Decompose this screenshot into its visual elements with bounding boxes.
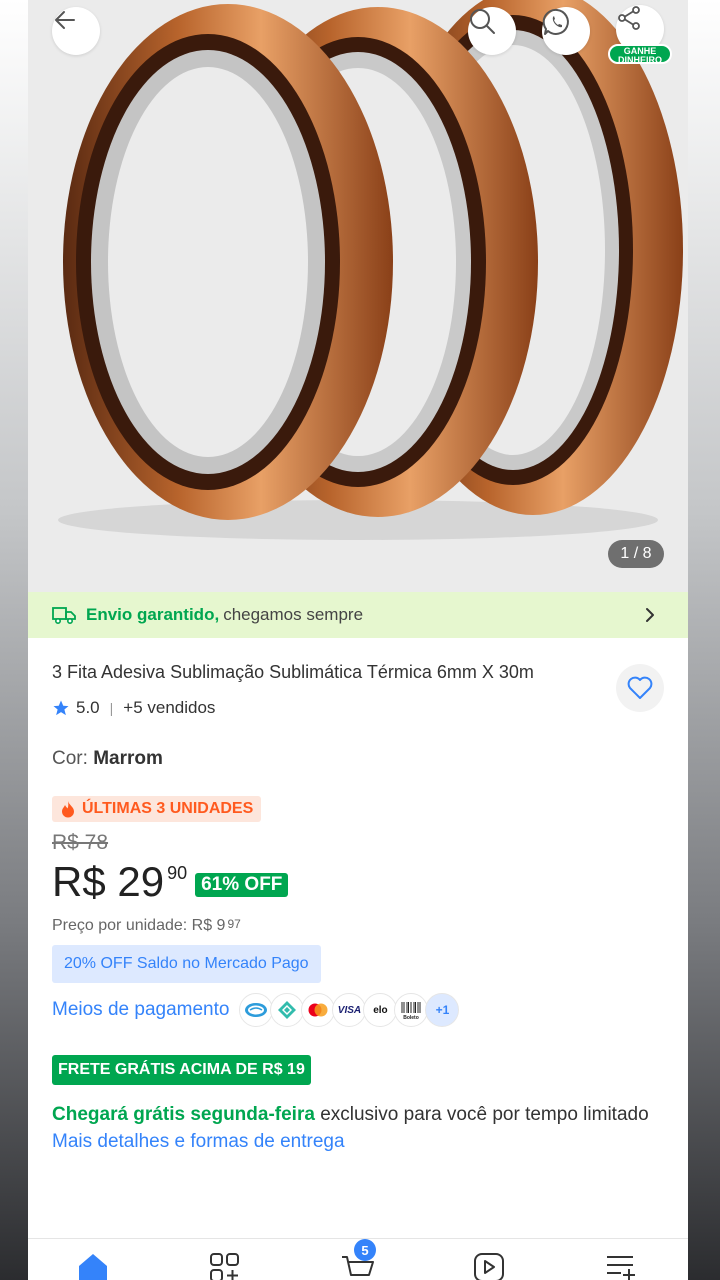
search-icon (470, 9, 495, 34)
unit-price-label: Preço por unidade: R$ 9 (52, 917, 226, 934)
price-row: R$ 29 90 61% OFF (52, 859, 664, 905)
unit-price: Preço por unidade: R$ 9 97 (52, 917, 664, 935)
discount-badge: 61% OFF (195, 873, 289, 897)
current-price: R$ 29 (52, 858, 165, 905)
current-price-cents: 90 (167, 863, 188, 883)
product-title: 3 Fita Adesiva Sublimação Sublimática Té… (52, 662, 534, 682)
rating-row[interactable]: 5.0 | +5 vendidos (52, 698, 664, 718)
low-stock-text: ÚLTIMAS 3 UNIDADES (82, 800, 254, 817)
payment-methods-row[interactable]: Meios de pagamento VISA elo Boleto +1 (52, 993, 664, 1027)
whatsapp-icon (542, 8, 569, 35)
bottom-navigation: 5 (28, 1238, 688, 1280)
home-icon (79, 1254, 107, 1280)
cart-count-badge: 5 (354, 1239, 376, 1261)
categories-icon (210, 1253, 239, 1280)
rating-divider: | (109, 700, 114, 716)
product-screen: GANHE DINHEIRO 1 / 8 Envio garantido, ch… (28, 0, 688, 1280)
flame-icon (62, 801, 74, 818)
color-label: Cor: (52, 748, 88, 769)
delivery-date: Chegará grátis segunda-feira (52, 1104, 315, 1125)
favorite-button[interactable] (616, 664, 664, 712)
product-info: 3 Fita Adesiva Sublimação Sublimática Té… (52, 660, 664, 1153)
free-shipping-badge: FRETE GRÁTIS ACIMA DE R$ 19 (52, 1055, 311, 1085)
shipping-guarantee-bar[interactable]: Envio garantido, chegamos sempre (28, 592, 688, 638)
rating-score: 5.0 (76, 698, 100, 717)
chevron-right-icon (646, 608, 654, 622)
visa-icon: VISA (332, 993, 367, 1027)
nav-more[interactable] (604, 1251, 638, 1280)
mercado-pago-icon (239, 993, 274, 1027)
delivery-note: exclusivo para você por tempo limitado (320, 1104, 649, 1125)
shipping-guarantee-strong: Envio garantido, (86, 605, 220, 624)
color-value: Marrom (93, 748, 163, 769)
back-button[interactable] (52, 7, 100, 55)
play-icon (474, 1253, 504, 1280)
whatsapp-button[interactable] (542, 7, 590, 55)
earn-money-badge: GANHE DINHEIRO (608, 44, 672, 65)
nav-categories[interactable] (208, 1251, 242, 1280)
delivery-details-link[interactable]: Mais detalhes e formas de entrega (52, 1131, 664, 1153)
svg-text:Boleto: Boleto (404, 1015, 420, 1020)
delivery-info: Chegará grátis segunda-feira exclusivo p… (52, 1101, 664, 1129)
nav-home[interactable] (76, 1251, 110, 1280)
pix-icon (270, 993, 305, 1027)
payment-icons: VISA elo Boleto +1 (239, 993, 460, 1027)
product-image-gallery[interactable]: GANHE DINHEIRO 1 / 8 (28, 0, 688, 592)
tape-rolls-image (58, 0, 683, 540)
mastercard-icon (301, 993, 336, 1027)
unit-price-cents: 97 (227, 917, 241, 931)
elo-icon: elo (363, 993, 398, 1027)
original-price: R$ 78 (52, 831, 109, 854)
mercado-pago-offer[interactable]: 20% OFF Saldo no Mercado Pago (52, 945, 321, 983)
menu-plus-icon (607, 1256, 635, 1280)
payment-methods-link[interactable]: Meios de pagamento (52, 999, 229, 1021)
heart-icon (627, 676, 653, 699)
share-icon (618, 6, 640, 30)
low-stock-badge: ÚLTIMAS 3 UNIDADES (52, 796, 262, 822)
arrow-left-icon (55, 11, 75, 29)
boleto-icon: Boleto (394, 993, 429, 1027)
shipping-guarantee-text: chegamos sempre (223, 605, 364, 624)
sold-count: +5 vendidos (123, 698, 216, 717)
nav-cart[interactable]: 5 (340, 1239, 376, 1280)
star-icon (53, 700, 69, 716)
nav-videos[interactable] (472, 1251, 506, 1280)
more-payments-count[interactable]: +1 (425, 993, 460, 1027)
color-selector[interactable]: Cor: Marrom (52, 748, 664, 770)
truck-icon (52, 607, 76, 625)
image-counter: 1 / 8 (608, 540, 664, 568)
search-button[interactable] (468, 7, 516, 55)
